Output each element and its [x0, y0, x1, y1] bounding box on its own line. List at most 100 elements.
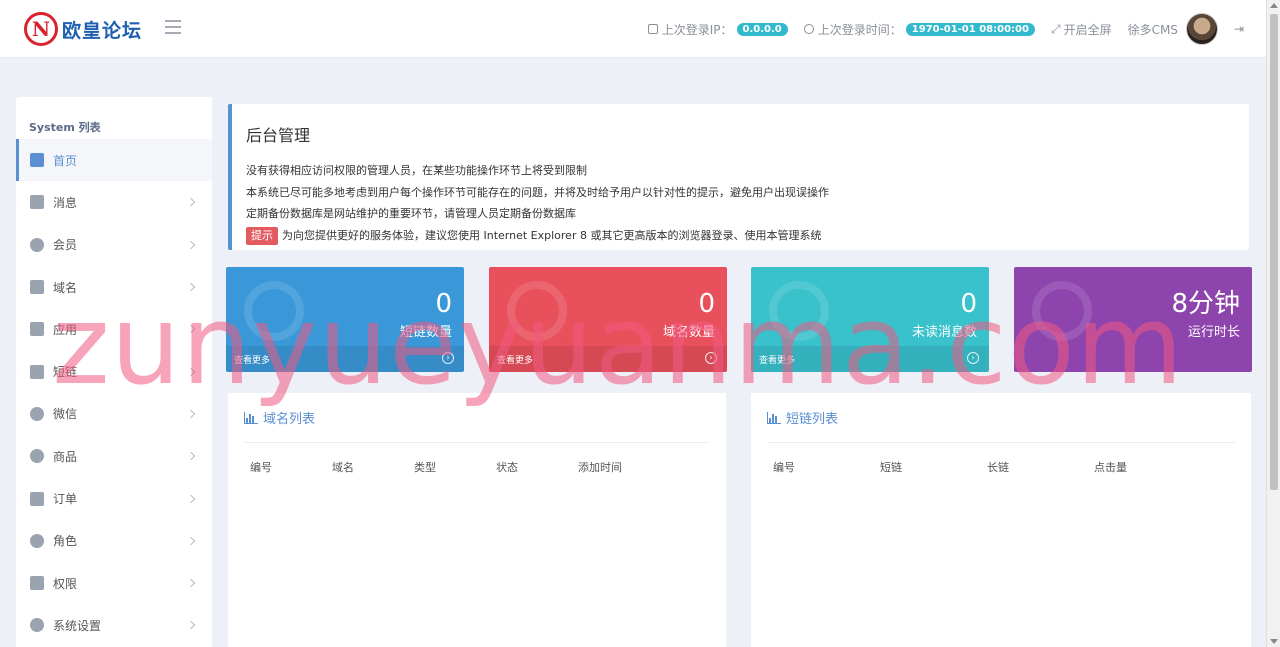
bar-chart-icon: [244, 411, 258, 424]
sidebar-item-label: 应用: [53, 322, 78, 337]
sidebar-item-label: 会员: [53, 238, 78, 253]
view-more-link[interactable]: 查看更多 ›: [489, 346, 727, 372]
column-header[interactable]: 长链: [981, 459, 1088, 475]
monitor-icon: [647, 24, 658, 34]
arrow-right-icon: ›: [967, 352, 979, 364]
scroll-up-icon[interactable]: [1270, 3, 1278, 8]
stat-value: 8分钟: [1171, 289, 1240, 319]
logout-icon[interactable]: ⇥: [1234, 22, 1244, 36]
column-header[interactable]: 短链: [874, 459, 981, 475]
scroll-thumb[interactable]: [1270, 14, 1278, 490]
panel-title: 短链列表: [786, 412, 839, 427]
view-more-label: 查看更多: [497, 356, 534, 366]
sidebar-item-label: 权限: [53, 576, 78, 591]
sidebar: System 列表 首页 消息 会员 域名 应用 短链 微信 商品 订单 角色 权限 系统设置: [16, 97, 212, 647]
notice-line: 本系统已尽可能多地考虑到用户每个操作环节可能存在的问题，并将及时给予用户以针对性…: [246, 185, 829, 199]
column-header[interactable]: 状态: [490, 459, 572, 475]
stat-card: 8分钟运行时长: [1014, 267, 1252, 372]
background-icon: [244, 281, 304, 341]
arrow-right-icon: ›: [442, 352, 454, 364]
last-login-ip: 上次登录IP： 0.0.0.0: [647, 21, 788, 38]
sidebar-item[interactable]: 权限: [16, 562, 212, 604]
view-more-label: 查看更多: [759, 356, 796, 366]
order-icon: [30, 491, 44, 506]
background-icon: [507, 281, 567, 341]
notice-title: 后台管理: [246, 126, 311, 145]
admin-notice: 后台管理 没有获得相应访问权限的管理人员，在某些功能操作环节上将受到限制 本系统…: [228, 104, 1249, 250]
sidebar-item[interactable]: 域名: [16, 266, 212, 308]
chevron-right-icon: [186, 325, 196, 334]
last-time-badge: 1970-01-01 08:00:00: [905, 22, 1035, 36]
clock-icon: [803, 24, 814, 34]
last-ip-label: 上次登录IP：: [661, 22, 733, 37]
sidebar-item-label: 商品: [53, 449, 78, 464]
last-time-label: 上次登录时间：: [817, 22, 902, 37]
column-header[interactable]: 编号: [244, 459, 326, 475]
fullscreen-button[interactable]: ⤢ 开启全屏: [1051, 21, 1112, 38]
sidebar-item-label: 短链: [53, 365, 78, 380]
link-icon: [30, 364, 44, 379]
column-header[interactable]: 编号: [767, 459, 874, 475]
stat-label: 未读消息数: [911, 325, 977, 340]
domain-list-panel: 域名列表 编号 域名 类型 状态 添加时间: [228, 393, 726, 647]
view-more-link[interactable]: 查看更多 ›: [751, 346, 989, 372]
tip-badge: 提示: [246, 226, 278, 245]
column-header[interactable]: 添加时间: [572, 459, 692, 475]
tip-text: 为向您提供更好的服务体验，建议您使用 Internet Explorer 8 或…: [282, 228, 822, 242]
user-name: 徐多CMS: [1127, 22, 1178, 37]
sidebar-item[interactable]: 应用: [16, 308, 212, 350]
column-header[interactable]: 域名: [326, 459, 408, 475]
top-header: N 欧皇论坛 上次登录IP： 0.0.0.0 上次登录时间： 1970-01-0…: [0, 0, 1266, 58]
background-icon: [1032, 281, 1092, 341]
sidebar-item[interactable]: 订单: [16, 477, 212, 519]
chevron-right-icon: [186, 198, 196, 207]
chevron-right-icon: [186, 451, 196, 461]
stat-label: 运行时长: [1187, 325, 1240, 340]
notice-line: 没有获得相应访问权限的管理人员，在某些功能操作环节上将受到限制: [246, 164, 587, 177]
chevron-right-icon: [186, 240, 196, 249]
column-header[interactable]: 类型: [408, 459, 490, 475]
expand-icon: ⤢: [1050, 21, 1061, 36]
sidebar-item[interactable]: 系统设置: [16, 604, 212, 646]
logo-mark: N: [24, 12, 58, 46]
sidebar-item-label: 域名: [53, 280, 78, 295]
panel-header: 域名列表: [244, 393, 710, 443]
sidebar-item-label: 系统设置: [53, 618, 102, 633]
chevron-right-icon: [186, 536, 196, 546]
sidebar-item-label: 首页: [53, 153, 78, 168]
stat-label: 域名数量: [662, 325, 715, 340]
sidebar-item[interactable]: 商品: [16, 435, 212, 477]
last-ip-badge: 0.0.0.0: [736, 22, 788, 36]
gift-icon: [30, 322, 44, 337]
chevron-right-icon: [186, 367, 196, 376]
menu-toggle-icon[interactable]: [165, 20, 181, 34]
stat-card: 0 未读消息数查看更多 ›: [751, 267, 989, 372]
arrow-right-icon: ›: [705, 352, 717, 364]
chevron-right-icon: [186, 494, 196, 503]
sidebar-item[interactable]: 微信: [16, 393, 212, 435]
stat-card: 0 短链数量 查看更多 ›: [226, 267, 464, 372]
notice-line: 定期备份数据库是网站维护的重要环节，请管理人员定期备份数据库: [246, 207, 576, 220]
user-icon: [30, 237, 44, 252]
sidebar-item[interactable]: 短链: [16, 350, 212, 392]
stat-value: 0: [960, 289, 977, 319]
scroll-down-icon[interactable]: [1270, 639, 1278, 644]
user-menu[interactable]: 徐多CMS: [1128, 13, 1218, 45]
header-toolbar: 上次登录IP： 0.0.0.0 上次登录时间： 1970-01-01 08:00…: [632, 0, 1244, 58]
page-scrollbar[interactable]: [1266, 0, 1280, 647]
sidebar-item[interactable]: 消息: [16, 181, 212, 223]
file-icon: [30, 195, 44, 210]
column-header[interactable]: 点击量: [1088, 459, 1195, 475]
avatar[interactable]: [1185, 13, 1218, 45]
stat-value: 0: [435, 289, 452, 319]
sidebar-item[interactable]: 首页: [16, 139, 212, 182]
sidebar-item[interactable]: 角色: [16, 520, 212, 562]
home-icon: [30, 153, 44, 168]
sidebar-item[interactable]: 会员: [16, 224, 212, 266]
bar-chart-icon: [767, 411, 781, 424]
site-logo[interactable]: N 欧皇论坛: [24, 12, 142, 46]
sidebar-nav: 首页消息会员域名应用短链微信商品订单 角色权限系统设置: [16, 139, 212, 647]
view-more-link[interactable]: 查看更多 ›: [226, 346, 464, 372]
last-login-time: 上次登录时间： 1970-01-01 08:00:00: [803, 21, 1035, 38]
user-icon: [30, 533, 44, 548]
